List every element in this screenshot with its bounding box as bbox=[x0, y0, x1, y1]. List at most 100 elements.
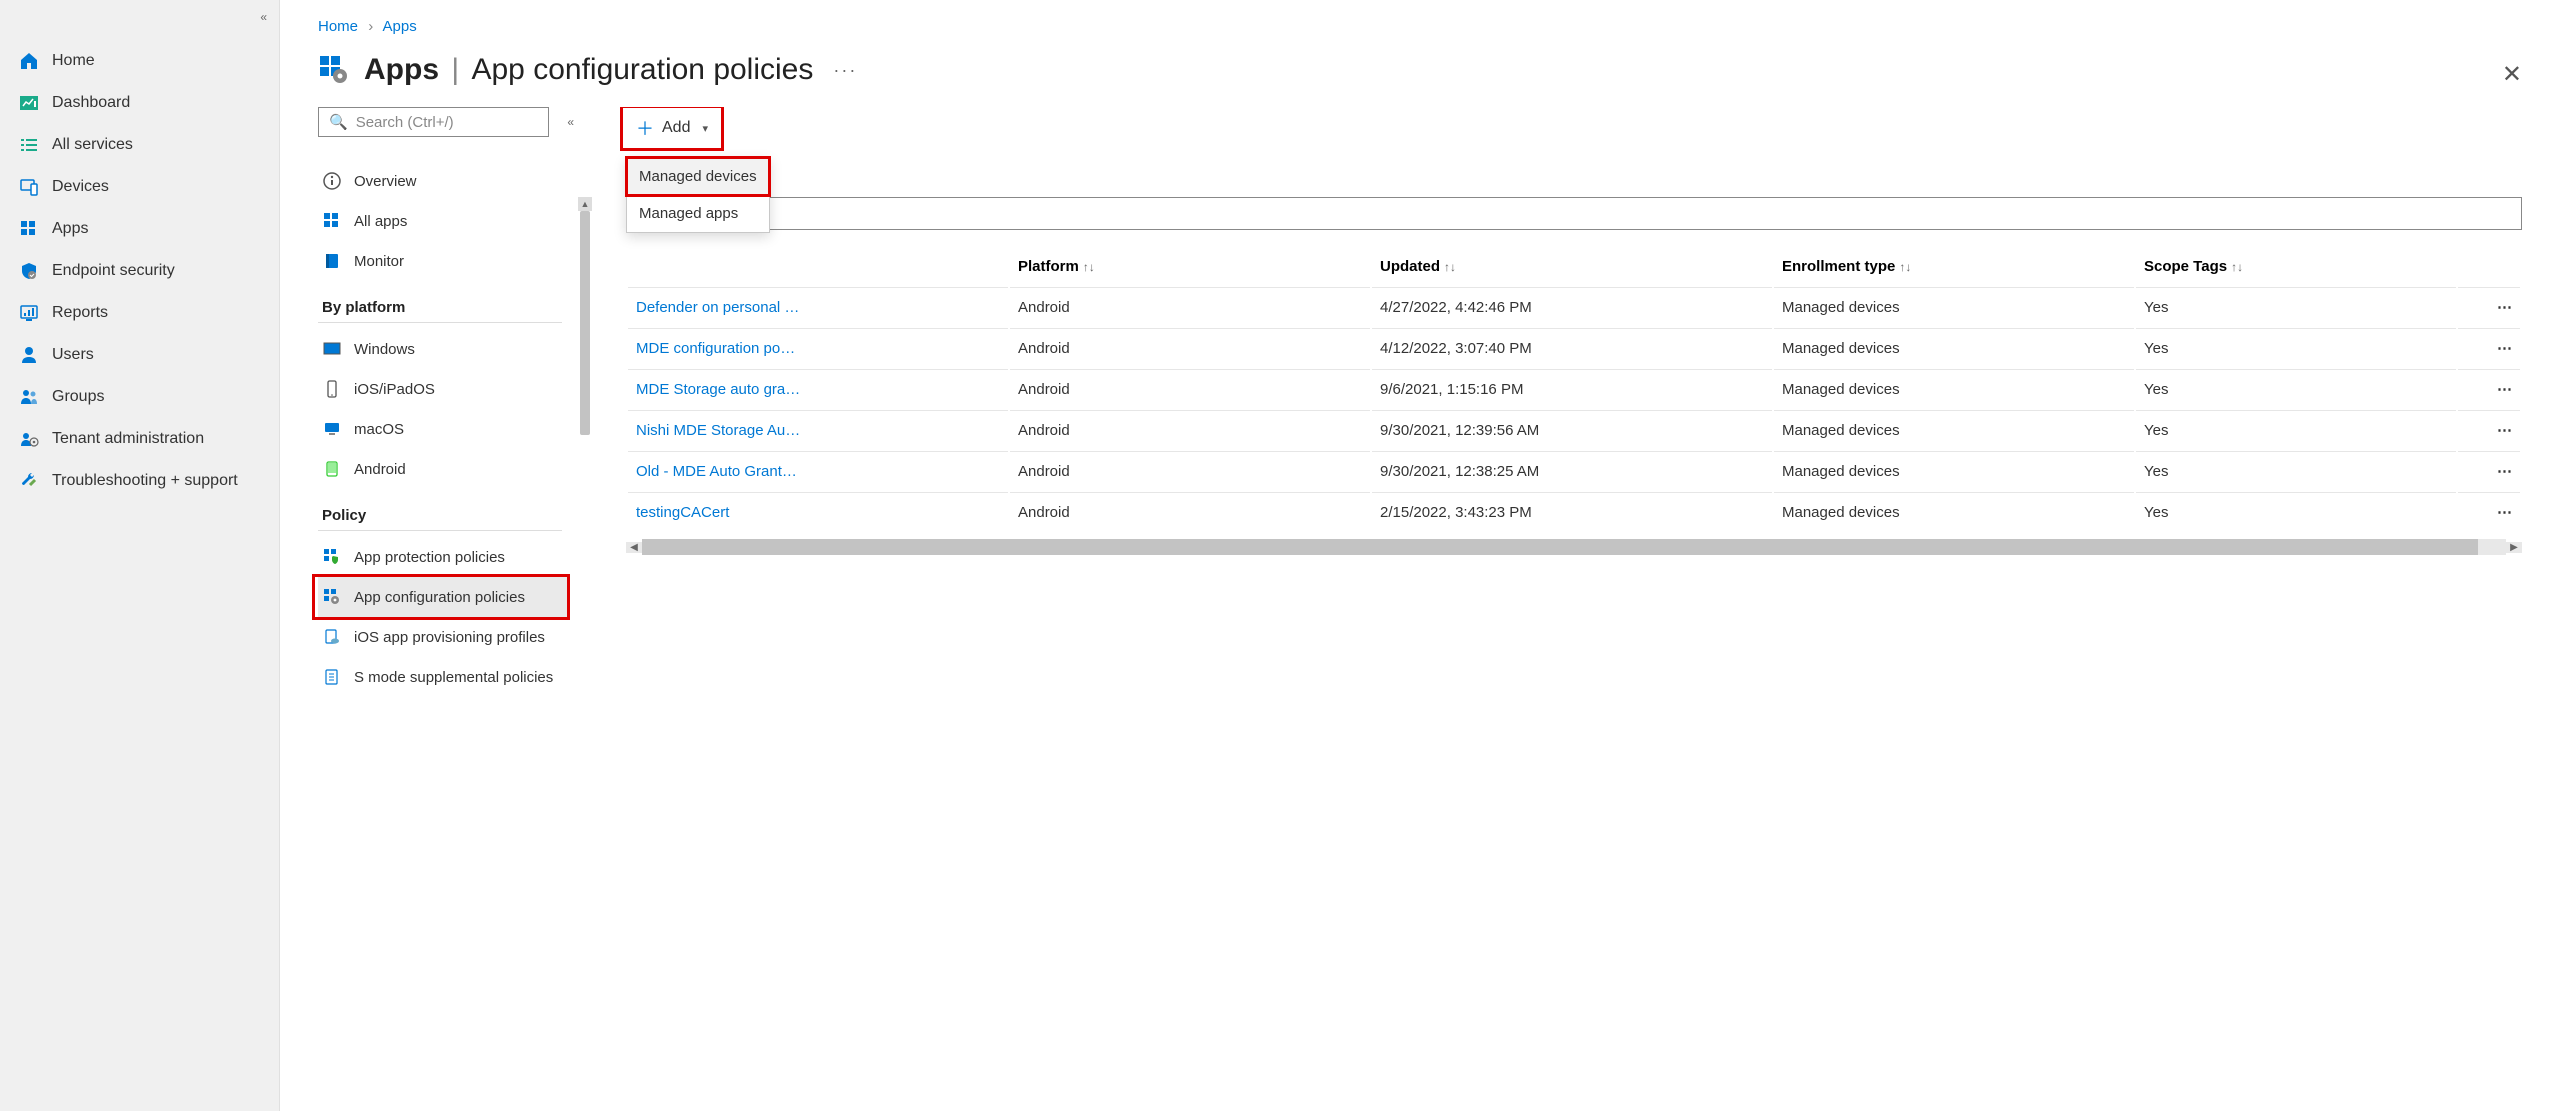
row-actions-icon[interactable]: ⋯ bbox=[2458, 451, 2520, 490]
grid-shield-icon bbox=[322, 547, 342, 567]
search-placeholder: Search (Ctrl+/) bbox=[356, 114, 454, 131]
chevron-down-icon: ▾ bbox=[702, 122, 708, 135]
nav-label: Troubleshooting + support bbox=[52, 472, 238, 490]
subnav-app-configuration[interactable]: App configuration policies bbox=[318, 577, 568, 617]
subnav-windows[interactable]: Windows bbox=[318, 329, 586, 369]
dropdown-managed-apps[interactable]: Managed apps bbox=[627, 195, 769, 232]
cell-platform: Android bbox=[1010, 492, 1370, 531]
cell-scope: Yes bbox=[2136, 410, 2456, 449]
nav-users[interactable]: Users bbox=[0, 334, 279, 376]
collapse-subnav-icon[interactable]: « bbox=[567, 115, 574, 129]
cell-scope: Yes bbox=[2136, 287, 2456, 326]
user-icon bbox=[18, 344, 40, 366]
policy-name-link[interactable]: Old - MDE Auto Grant… bbox=[628, 451, 1008, 490]
close-icon[interactable]: ✕ bbox=[2502, 60, 2522, 89]
subnav-app-protection[interactable]: App protection policies bbox=[318, 537, 586, 577]
nav-dashboard[interactable]: Dashboard bbox=[0, 82, 279, 124]
subnav-monitor[interactable]: Monitor bbox=[318, 241, 586, 281]
cell-scope: Yes bbox=[2136, 328, 2456, 367]
shield-icon bbox=[18, 260, 40, 282]
cell-enrollment: Managed devices bbox=[1774, 492, 2134, 531]
cell-updated: 9/30/2021, 12:38:25 AM bbox=[1372, 451, 1772, 490]
cell-updated: 9/30/2021, 12:39:56 AM bbox=[1372, 410, 1772, 449]
cell-updated: 4/12/2022, 3:07:40 PM bbox=[1372, 328, 1772, 367]
row-actions-icon[interactable]: ⋯ bbox=[2458, 492, 2520, 531]
row-actions-icon[interactable]: ⋯ bbox=[2458, 410, 2520, 449]
nav-all-services[interactable]: All services bbox=[0, 124, 279, 166]
col-name[interactable] bbox=[628, 248, 1008, 285]
windows-icon bbox=[322, 339, 342, 359]
home-icon bbox=[18, 50, 40, 72]
sort-icon[interactable]: ↑↓ bbox=[1899, 260, 1911, 274]
sort-icon[interactable]: ↑↓ bbox=[1083, 260, 1095, 274]
col-updated[interactable]: Updated↑↓ bbox=[1372, 248, 1772, 285]
subnav-ios-provisioning[interactable]: iOS app provisioning profiles bbox=[318, 617, 586, 657]
col-scope[interactable]: Scope Tags↑↓ bbox=[2136, 248, 2456, 285]
policy-name-link[interactable]: MDE Storage auto gra… bbox=[628, 369, 1008, 408]
cell-enrollment: Managed devices bbox=[1774, 328, 2134, 367]
subnav-label: Monitor bbox=[354, 253, 404, 270]
col-enrollment[interactable]: Enrollment type↑↓ bbox=[1774, 248, 2134, 285]
cell-platform: Android bbox=[1010, 328, 1370, 367]
nav-troubleshooting[interactable]: Troubleshooting + support bbox=[0, 460, 279, 502]
scroll-left-icon[interactable]: ◀ bbox=[626, 542, 642, 553]
breadcrumb-apps[interactable]: Apps bbox=[383, 18, 417, 35]
policy-name-link[interactable]: MDE configuration po… bbox=[628, 328, 1008, 367]
cell-updated: 9/6/2021, 1:15:16 PM bbox=[1372, 369, 1772, 408]
scroll-right-icon[interactable]: ▶ bbox=[2506, 542, 2522, 553]
breadcrumb-sep: › bbox=[368, 18, 373, 35]
page-more-icon[interactable]: ··· bbox=[833, 60, 857, 81]
sort-icon[interactable]: ↑↓ bbox=[1444, 260, 1456, 274]
subnav-label: Overview bbox=[354, 173, 417, 190]
row-actions-icon[interactable]: ⋯ bbox=[2458, 369, 2520, 408]
nav-tenant-admin[interactable]: Tenant administration bbox=[0, 418, 279, 460]
grid-icon bbox=[322, 211, 342, 231]
cell-scope: Yes bbox=[2136, 492, 2456, 531]
row-actions-icon[interactable]: ⋯ bbox=[2458, 328, 2520, 367]
nav-apps[interactable]: Apps bbox=[0, 208, 279, 250]
breadcrumb-home[interactable]: Home bbox=[318, 18, 358, 35]
cell-updated: 2/15/2022, 3:43:23 PM bbox=[1372, 492, 1772, 531]
subnav-macos[interactable]: macOS bbox=[318, 409, 586, 449]
main-area: Home › Apps Apps | App configuration pol… bbox=[280, 0, 2560, 1111]
subnav-ios[interactable]: iOS/iPadOS bbox=[318, 369, 586, 409]
nav-label: Dashboard bbox=[52, 94, 130, 112]
toolbar: ＋ Add ▾ Managed devices Managed apps bbox=[626, 107, 2522, 155]
policy-name-link[interactable]: Defender on personal … bbox=[628, 287, 1008, 326]
monitor-icon bbox=[322, 419, 342, 439]
subnav-label: S mode supplemental policies bbox=[354, 669, 553, 686]
subnav-group-policy: Policy bbox=[318, 489, 562, 531]
nav-groups[interactable]: Groups bbox=[0, 376, 279, 418]
row-actions-icon[interactable]: ⋯ bbox=[2458, 287, 2520, 326]
horizontal-scrollbar[interactable]: ◀ ▶ bbox=[626, 539, 2522, 555]
add-button[interactable]: ＋ Add ▾ bbox=[626, 111, 718, 145]
subnav-android[interactable]: Android bbox=[318, 449, 586, 489]
dropdown-managed-devices[interactable]: Managed devices bbox=[627, 158, 769, 195]
collapse-sidebar-icon[interactable]: « bbox=[260, 10, 267, 24]
table-row: MDE Storage auto gra…Android9/6/2021, 1:… bbox=[628, 369, 2520, 408]
wrench-icon bbox=[18, 470, 40, 492]
apps-gear-icon bbox=[318, 54, 350, 86]
dashboard-icon bbox=[18, 92, 40, 114]
policy-name-link[interactable]: Nishi MDE Storage Au… bbox=[628, 410, 1008, 449]
table-row: Defender on personal …Android4/27/2022, … bbox=[628, 287, 2520, 326]
tenant-admin-icon bbox=[18, 428, 40, 450]
policies-table: Platform↑↓ Updated↑↓ Enrollment type↑↓ S… bbox=[626, 246, 2522, 533]
nav-devices[interactable]: Devices bbox=[0, 166, 279, 208]
subnav-label: iOS app provisioning profiles bbox=[354, 629, 545, 646]
subnav-label: macOS bbox=[354, 421, 404, 438]
subnav-search[interactable]: 🔍 Search (Ctrl+/) bbox=[318, 107, 549, 137]
nav-endpoint-security[interactable]: Endpoint security bbox=[0, 250, 279, 292]
search-icon: 🔍 bbox=[329, 113, 348, 131]
cell-platform: Android bbox=[1010, 410, 1370, 449]
nav-reports[interactable]: Reports bbox=[0, 292, 279, 334]
sort-icon[interactable]: ↑↓ bbox=[2231, 260, 2243, 274]
col-platform[interactable]: Platform↑↓ bbox=[1010, 248, 1370, 285]
subnav-all-apps[interactable]: All apps bbox=[318, 201, 586, 241]
cell-platform: Android bbox=[1010, 451, 1370, 490]
policy-search-input[interactable] bbox=[626, 197, 2522, 230]
policy-name-link[interactable]: testingCACert bbox=[628, 492, 1008, 531]
subnav-overview[interactable]: Overview bbox=[318, 161, 586, 201]
nav-home[interactable]: Home bbox=[0, 40, 279, 82]
subnav-s-mode[interactable]: S mode supplemental policies bbox=[318, 657, 586, 697]
